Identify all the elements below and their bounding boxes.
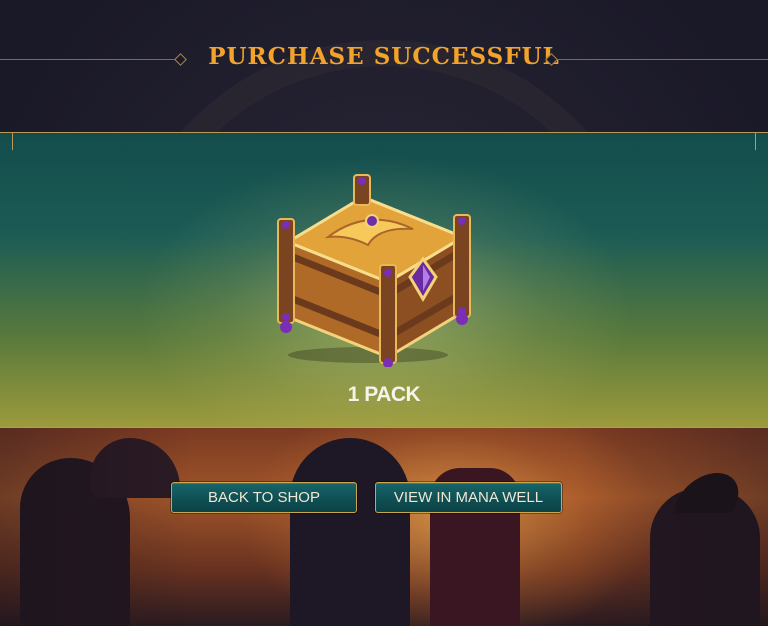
title-divider-right — [556, 59, 768, 60]
back-to-shop-button[interactable]: BACK TO SHOP — [171, 482, 357, 513]
view-in-mana-well-button[interactable]: VIEW IN MANA WELL — [375, 482, 562, 513]
title-row: PURCHASE SUCCESSFUL — [0, 40, 768, 80]
page-title: PURCHASE SUCCESSFUL — [208, 43, 560, 70]
reward-quantity-label: 1 PACK — [347, 383, 421, 406]
treasure-chest-pack-icon — [277, 174, 471, 367]
reward-banner: 1 PACK — [0, 132, 768, 428]
background-scene — [0, 428, 768, 626]
